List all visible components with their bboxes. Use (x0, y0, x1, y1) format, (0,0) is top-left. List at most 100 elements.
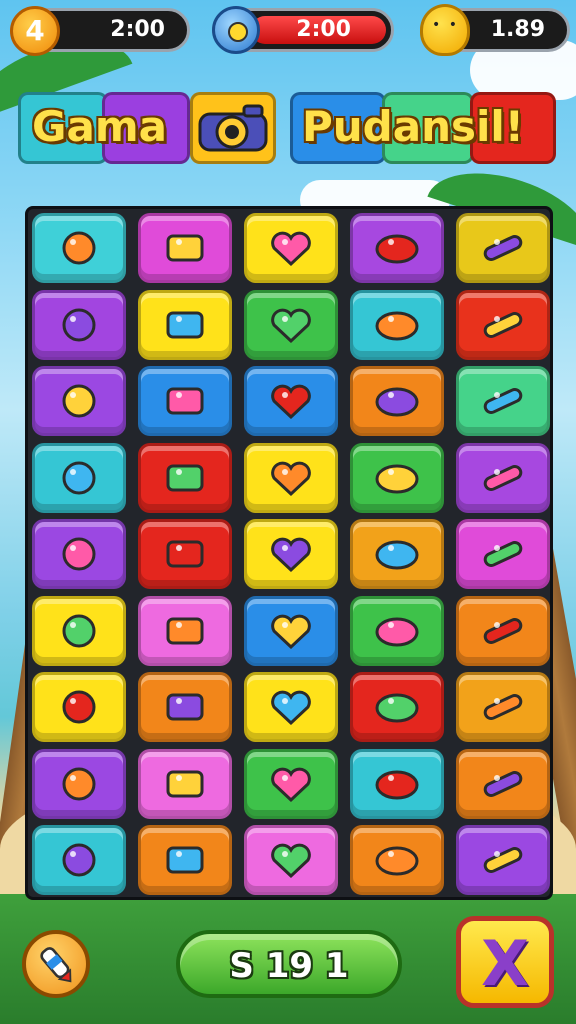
hud-right-value: 1.89 (490, 17, 545, 42)
purple-fish-icon (166, 617, 204, 644)
camera-box-icon (483, 617, 523, 644)
game-board (25, 206, 553, 900)
tile-red-bear[interactable] (350, 366, 444, 436)
tile-orange-bottle[interactable] (32, 825, 126, 895)
tile-camera-box[interactable] (456, 595, 550, 666)
tile-shield-badge[interactable] (456, 366, 550, 436)
coffee-cup-icon (483, 235, 523, 261)
tile-yellow-pencil[interactable] (456, 672, 550, 742)
green-shovel-icon (62, 690, 96, 724)
tile-blue-box[interactable] (138, 289, 232, 360)
score-text: S 19 1 (229, 946, 349, 986)
tile-coiled-rope[interactable] (350, 825, 444, 895)
powerup-button[interactable] (22, 930, 90, 998)
tile-orange-bar[interactable] (244, 366, 338, 436)
tile-paintbrush[interactable] (32, 289, 126, 360)
level-badge: 4 (10, 6, 60, 56)
rocket-icon (40, 947, 72, 983)
purple-dice-icon (271, 767, 311, 802)
tile-brown-camera[interactable] (138, 825, 232, 895)
tile-orange-cat[interactable] (350, 595, 444, 666)
no-sign-icon (483, 847, 523, 873)
brown-camera-icon (166, 846, 204, 874)
drum-pot-icon (62, 384, 96, 418)
green-cat-creature-icon (166, 234, 204, 262)
ring-donut-icon (271, 231, 311, 267)
orange-star-icon (271, 308, 311, 343)
tile-white-blob[interactable] (456, 519, 550, 589)
purple-plane-icon (166, 464, 204, 491)
title-right: Pudansil! (302, 102, 524, 151)
tile-blue-face-ball[interactable] (138, 366, 232, 436)
tile-blue-heart[interactable] (350, 672, 444, 742)
close-button[interactable]: X (456, 916, 554, 1008)
blue-gear-icon (166, 693, 204, 721)
tile-green-flashlight[interactable] (456, 748, 550, 819)
tile-slingshot[interactable] (456, 442, 550, 513)
red-bear-icon (375, 387, 419, 417)
tile-purple-heart[interactable] (32, 595, 126, 666)
camera-icon (198, 104, 268, 152)
tile-magnifier[interactable] (138, 748, 232, 819)
blue-hammer-icon (271, 690, 311, 726)
tile-orange-bean[interactable] (244, 825, 338, 895)
title-banner: Gama Pudansil! (18, 92, 558, 168)
blue-face-ball-icon (166, 387, 204, 415)
tile-crayon[interactable] (350, 519, 444, 589)
score-display: S 19 1 (176, 930, 402, 998)
yellow-eye-creature-icon (375, 234, 419, 264)
dice-board-icon (62, 537, 96, 571)
tile-purple-dice[interactable] (244, 748, 338, 819)
red-heart-icon (271, 537, 311, 573)
mushroom-hammer-icon (271, 461, 311, 496)
yellow-pencil-icon (483, 694, 523, 720)
orange-bean-icon (271, 843, 311, 879)
tile-drum-pot[interactable] (32, 366, 126, 436)
crayon-icon (375, 540, 419, 570)
treasure-chest-icon (62, 231, 96, 265)
close-icon: X (481, 927, 529, 1000)
tile-heart-shield[interactable] (32, 442, 126, 513)
tile-mushroom-hammer[interactable] (244, 442, 338, 513)
slingshot-icon (483, 464, 523, 491)
tile-orange-star[interactable] (244, 289, 338, 360)
tile-dice-board[interactable] (32, 519, 126, 589)
tile-yellow-eye-creature[interactable] (350, 213, 444, 283)
tile-cheese[interactable] (32, 748, 126, 819)
tile-purple-plane[interactable] (138, 442, 232, 513)
paintbrush-icon (62, 308, 96, 341)
cheese-icon (62, 767, 96, 800)
tile-green-cat-creature[interactable] (138, 213, 232, 283)
blue-heart-icon (375, 693, 419, 723)
mascot-icon (420, 4, 470, 56)
tile-blue-hammer[interactable] (244, 672, 338, 742)
tile-purple-crate[interactable] (350, 442, 444, 513)
orange-bar-icon (271, 384, 311, 420)
tile-no-sign[interactable] (456, 825, 550, 895)
tile-blue-gear[interactable] (138, 672, 232, 742)
tile-green-shovel[interactable] (32, 672, 126, 742)
green-flashlight-icon (483, 770, 523, 797)
tile-treasure-chest[interactable] (32, 213, 126, 283)
red-bar-icon (375, 770, 419, 799)
tile-blue-blob[interactable] (456, 289, 550, 360)
purple-heart-icon (62, 614, 96, 647)
heart-shield-icon (62, 461, 96, 494)
tile-pink-puffball[interactable] (350, 289, 444, 360)
teddy-face-icon (166, 540, 204, 568)
tile-ring-donut[interactable] (244, 213, 338, 283)
tile-purple-fish[interactable] (138, 595, 232, 666)
orange-cat-icon (375, 617, 419, 646)
pink-puffball-icon (375, 311, 419, 340)
tile-coffee-cup[interactable] (456, 213, 550, 283)
orange-bottle-icon (62, 843, 96, 877)
purple-crate-icon (375, 464, 419, 493)
tile-red-bar[interactable] (350, 748, 444, 819)
tile-pencil[interactable] (244, 595, 338, 666)
hud-left-value: 2:00 (110, 17, 165, 42)
tile-red-heart[interactable] (244, 519, 338, 589)
tile-teddy-face[interactable] (138, 519, 232, 589)
pencil-icon (271, 614, 311, 649)
shield-badge-icon (483, 388, 523, 414)
white-blob-icon (483, 541, 523, 567)
